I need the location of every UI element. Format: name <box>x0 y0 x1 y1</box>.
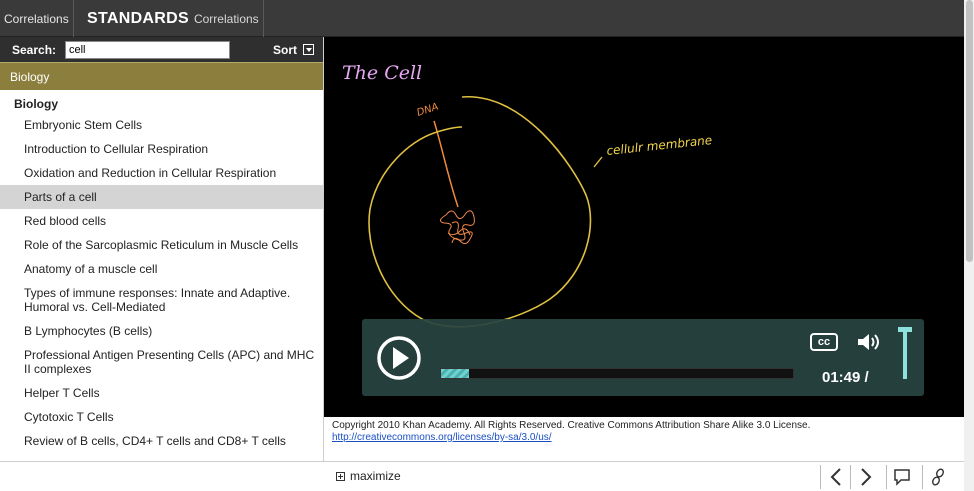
sidebar: Search: Sort Biology Biology Embryonic S… <box>0 37 324 461</box>
membrane-pointer <box>593 156 603 168</box>
maximize-icon <box>336 471 345 481</box>
scrollbar-thumb[interactable] <box>966 0 973 262</box>
cc-icon[interactable]: cc <box>810 333 838 351</box>
chevron-left-icon <box>830 468 841 486</box>
list-item[interactable]: Oxidation and Reduction in Cellular Resp… <box>0 161 323 185</box>
copyright-text: Copyright 2010 Khan Academy. All Rights … <box>332 420 811 431</box>
list-item[interactable]: Role of the Sarcoplasmic Reticulum in Mu… <box>0 233 323 257</box>
video-player[interactable]: The Cell DNA cellulr membrane cc 01:49 / <box>324 37 964 417</box>
chevron-right-icon <box>860 468 871 486</box>
membrane-label: cellulr membrane <box>606 133 713 158</box>
dna-scribble <box>440 210 475 245</box>
bottom-bar: maximize <box>0 461 964 491</box>
list-item[interactable]: Anatomy of a muscle cell <box>0 257 323 281</box>
list-item[interactable]: Red blood cells <box>0 209 323 233</box>
tab-correlations-label: Correlations <box>4 11 69 26</box>
volume-icon[interactable] <box>856 332 882 352</box>
list-item[interactable]: B Lymphocytes (B cells) <box>0 319 323 343</box>
volume-slider-bar <box>903 327 907 379</box>
list-item[interactable]: Professional Antigen Presenting Cells (A… <box>0 343 323 381</box>
search-label: Search: <box>12 42 57 57</box>
list-item[interactable]: Embryonic Stem Cells <box>0 113 323 137</box>
list-item-selected[interactable]: Parts of a cell <box>0 185 323 209</box>
maximize-label: maximize <box>350 469 401 483</box>
volume-slider[interactable] <box>898 327 912 379</box>
comment-button[interactable] <box>886 465 916 489</box>
time-display: 01:49 / <box>822 369 869 386</box>
list-item[interactable]: Review of B cells, CD4+ T cells and CD8+… <box>0 429 323 453</box>
license-link[interactable]: http://creativecommons.org/licenses/by-s… <box>332 432 552 443</box>
link-button[interactable] <box>922 465 952 489</box>
tab-standards-bold-label: STANDARDS <box>87 9 189 27</box>
progress-fill <box>441 369 470 378</box>
results-list: Biology Embryonic Stem Cells Introductio… <box>0 90 323 453</box>
comment-icon <box>893 469 910 486</box>
tab-standards-correlations[interactable]: STANDARDS Correlations <box>75 0 264 37</box>
tab-correlations[interactable]: Correlations <box>0 0 74 37</box>
tab-standards-label: Correlations <box>193 11 259 26</box>
progress-bar[interactable] <box>440 368 794 379</box>
sort-button[interactable]: Sort <box>273 43 297 57</box>
cell-membrane-outline <box>368 96 592 328</box>
search-input[interactable] <box>65 40 230 59</box>
maximize-button[interactable]: maximize <box>336 469 401 483</box>
top-tab-bar: Correlations STANDARDS Correlations <box>0 0 964 37</box>
list-item[interactable]: Cytotoxic T Cells <box>0 405 323 429</box>
dna-label: DNA <box>416 102 440 119</box>
video-controls: cc 01:49 / <box>362 319 924 396</box>
dna-pointer-arrow <box>433 120 459 208</box>
link-icon <box>931 468 944 486</box>
video-title-text: The Cell <box>342 62 422 84</box>
list-item[interactable]: Helper T Cells <box>0 381 323 405</box>
copyright-notice: Copyright 2010 Khan Academy. All Rights … <box>332 420 952 444</box>
list-item[interactable]: Introduction to Cellular Respiration <box>0 137 323 161</box>
next-button[interactable] <box>850 465 880 489</box>
play-icon[interactable] <box>376 335 422 381</box>
search-bar: Search: Sort <box>0 37 323 62</box>
category-header[interactable]: Biology <box>0 62 323 90</box>
group-title: Biology <box>14 97 58 111</box>
previous-button[interactable] <box>820 465 850 489</box>
sort-icon[interactable] <box>303 44 314 55</box>
app-window: Correlations STANDARDS Correlations Sear… <box>0 0 974 491</box>
list-item[interactable]: Types of immune responses: Innate and Ad… <box>0 281 323 319</box>
